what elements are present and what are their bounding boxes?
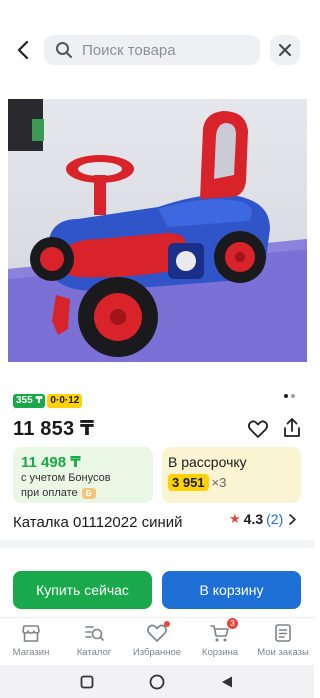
installment-badge: 0·0·12 — [47, 394, 83, 408]
rating-value: 4.3 — [243, 511, 264, 527]
system-navigation-bar — [0, 665, 314, 698]
share-icon — [284, 418, 300, 437]
nav-label-shop: Магазин — [12, 647, 50, 658]
nav-item-favorites[interactable]: Избранное — [126, 621, 188, 658]
product-price: 11 853 ₸ — [13, 418, 95, 440]
nav-label-catalog: Каталог — [76, 647, 112, 658]
cart-icon: 3 — [209, 618, 238, 644]
bonus-price-card[interactable]: 11 498 ₸ с учетом Бонусов при оплате Б — [13, 447, 153, 503]
nav-item-shop[interactable]: Магазин — [0, 622, 62, 658]
back-button[interactable] — [10, 36, 36, 64]
section-divider — [0, 540, 314, 548]
circle-icon — [149, 674, 165, 690]
product-rating[interactable]: ★ 4.3 (2) — [229, 511, 297, 527]
gallery-dot — [291, 394, 295, 398]
top-bar: Поиск товара — [0, 0, 314, 86]
installment-card[interactable]: В рассрочку 3 951 ×3 — [162, 447, 301, 503]
catalog-icon — [83, 622, 105, 644]
bonus-price: 11 498 ₸ — [21, 454, 81, 471]
system-back-button[interactable] — [218, 673, 236, 691]
favorite-button[interactable] — [247, 418, 269, 440]
search-input[interactable]: Поиск товара — [44, 35, 260, 65]
square-icon — [80, 675, 94, 689]
close-button[interactable] — [270, 35, 300, 65]
nav-label-cart: Корзина — [201, 647, 239, 658]
close-icon — [279, 44, 291, 56]
favorites-notification-dot — [164, 621, 170, 627]
bonus-coin-icon: Б — [81, 487, 96, 499]
bonus-payment-label: при оплате — [21, 487, 78, 499]
share-button[interactable] — [281, 417, 303, 439]
promo-badges: 355 ₸ 0·0·12 — [13, 394, 83, 408]
bottom-navigation: Магазин Каталог Избранное 3 Корзина Мои … — [0, 617, 314, 665]
installment-row: 3 951 ×3 — [168, 474, 226, 491]
chevron-right-icon — [289, 513, 297, 525]
bonus-badge: 355 ₸ — [13, 394, 46, 408]
search-icon — [54, 40, 74, 60]
nav-label-favorites: Избранное — [132, 647, 182, 658]
installment-multiplier: ×3 — [211, 475, 227, 490]
orders-icon — [272, 622, 294, 644]
gallery-dot-active — [284, 394, 288, 398]
star-icon: ★ — [229, 511, 241, 526]
triangle-back-icon — [222, 676, 232, 688]
product-image[interactable] — [8, 99, 307, 362]
search-placeholder: Поиск товара — [82, 41, 176, 59]
home-button[interactable] — [148, 673, 166, 691]
recent-apps-button[interactable] — [78, 673, 96, 691]
nav-item-catalog[interactable]: Каталог — [63, 622, 125, 658]
bonus-price-note: с учетом Бонусов — [21, 472, 111, 484]
installment-amount: 3 951 — [168, 474, 209, 491]
gallery-indicator — [284, 394, 295, 398]
nav-label-orders: Мои заказы — [257, 647, 309, 658]
cart-count-badge: 3 — [227, 618, 238, 629]
buy-now-button[interactable]: Купить сейчас — [13, 571, 152, 609]
installment-title: В рассрочку — [168, 454, 247, 470]
shop-icon — [20, 622, 42, 644]
nav-item-orders[interactable]: Мои заказы — [252, 622, 314, 658]
bonus-payment-note: при оплате Б — [21, 487, 96, 499]
add-to-cart-button[interactable]: В корзину — [162, 571, 301, 609]
nav-item-cart[interactable]: 3 Корзина — [189, 618, 251, 658]
review-count[interactable]: (2) — [266, 511, 283, 527]
heart-icon — [146, 621, 170, 644]
heart-icon — [247, 420, 269, 438]
chevron-left-icon — [17, 41, 29, 59]
product-title: Каталка 01112022 синий — [13, 514, 183, 531]
